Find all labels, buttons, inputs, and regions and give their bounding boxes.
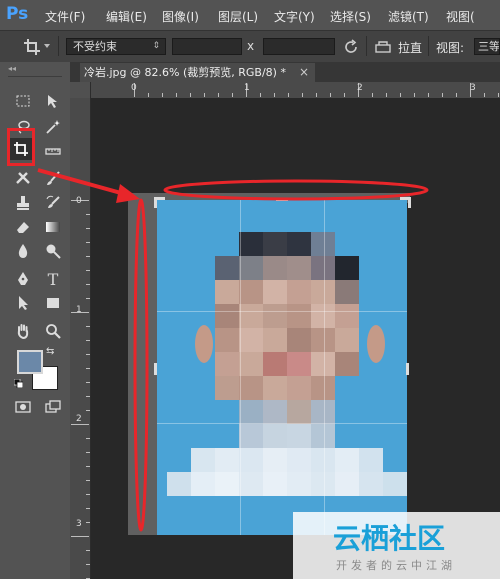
annotation-overlay: [37, 168, 429, 532]
watermark-title: 云栖社区: [333, 522, 446, 555]
annotation-arrowhead: [116, 184, 140, 203]
annotation-arrow: [37, 168, 129, 197]
watermark-subtitle: 开发者的云中江湖: [336, 559, 456, 572]
annotation-ellipse-top: [163, 179, 429, 201]
annotation-ellipse-left: [133, 198, 149, 532]
